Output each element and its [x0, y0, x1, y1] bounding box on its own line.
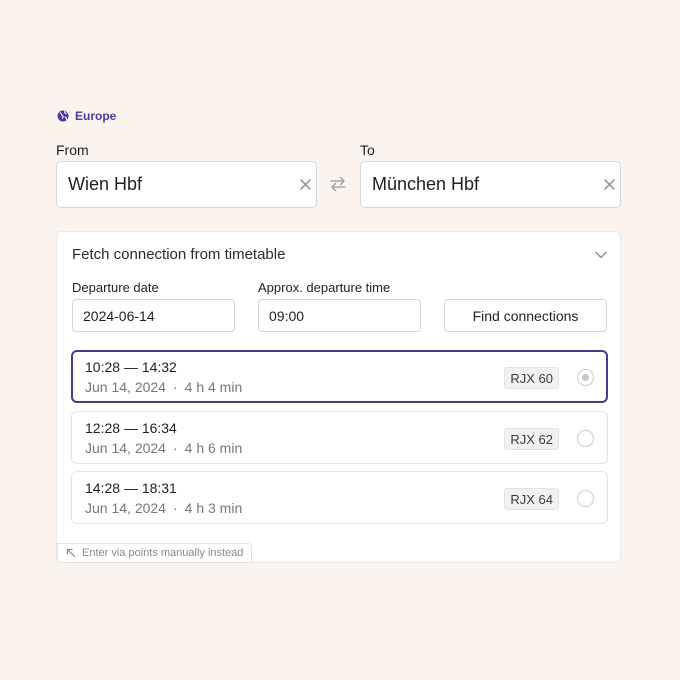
connection-times: 12:28 — 16:34 [85, 420, 177, 436]
close-icon [300, 179, 311, 190]
departure-date-label: Departure date [72, 280, 159, 295]
chevron-down-icon [595, 251, 607, 259]
connection-option[interactable]: 14:28 — 18:31 Jun 14, 2024 · 4 h 3 min RJX… [71, 471, 608, 524]
connection-date: Jun 14, 2024 [85, 379, 166, 395]
collapse-panel-button[interactable] [594, 248, 608, 262]
connection-duration: 4 h 3 min [184, 500, 243, 516]
train-badge: RJX 60 [504, 367, 559, 389]
train-badge: RJX 62 [504, 428, 559, 450]
to-field[interactable] [360, 161, 621, 208]
clear-from-button[interactable] [300, 178, 311, 192]
from-label: From [56, 142, 89, 158]
departure-time-label: Approx. departure time [258, 280, 391, 295]
train-badge: RJX 64 [504, 488, 559, 510]
connection-meta: Jun 14, 2024 · 4 h 6 min [85, 440, 242, 456]
connection-times: 10:28 — 14:32 [85, 359, 177, 375]
departure-time-input[interactable]: 09:00 [258, 299, 421, 332]
connection-times: 14:28 — 18:31 [85, 480, 177, 496]
from-input[interactable] [68, 174, 300, 195]
connection-meta: Jun 14, 2024 · 4 h 3 min [85, 500, 242, 516]
radio-dot [582, 374, 589, 381]
connection-radio[interactable] [577, 430, 594, 447]
connection-duration: 4 h 4 min [184, 379, 243, 395]
connection-radio[interactable] [577, 369, 594, 386]
manual-entry-link[interactable]: Enter via points manually instead [57, 543, 253, 563]
region-label: Europe [75, 109, 117, 123]
panel-title: Fetch connection from timetable [72, 246, 286, 263]
separator-dot: · [172, 500, 178, 516]
arrow-up-left-icon [66, 548, 76, 558]
to-input[interactable] [372, 174, 604, 195]
swap-stations-button[interactable] [328, 174, 348, 194]
swap-arrows-icon [330, 176, 346, 192]
connection-meta: Jun 14, 2024 · 4 h 4 min [85, 379, 242, 395]
separator-dot: · [172, 379, 178, 395]
connection-option[interactable]: 12:28 — 16:34 Jun 14, 2024 · 4 h 6 min RJX… [71, 411, 608, 464]
globe-icon [57, 110, 69, 122]
connection-option[interactable]: 10:28 — 14:32 Jun 14, 2024 · 4 h 4 min RJX… [71, 350, 608, 403]
close-icon [604, 179, 615, 190]
connection-duration: 4 h 6 min [184, 440, 243, 456]
connection-radio[interactable] [577, 490, 594, 507]
find-connections-button[interactable]: Find connections [444, 299, 607, 332]
to-label: To [360, 142, 375, 158]
manual-entry-label: Enter via points manually instead [82, 547, 244, 559]
connection-date: Jun 14, 2024 [85, 440, 166, 456]
timetable-panel: Fetch connection from timetable Departur… [56, 231, 621, 563]
from-field[interactable] [56, 161, 317, 208]
connection-date: Jun 14, 2024 [85, 500, 166, 516]
clear-to-button[interactable] [604, 178, 615, 192]
region-selector[interactable]: Europe [57, 109, 116, 123]
departure-date-input[interactable]: 2024-06-14 [72, 299, 235, 332]
separator-dot: · [172, 440, 178, 456]
